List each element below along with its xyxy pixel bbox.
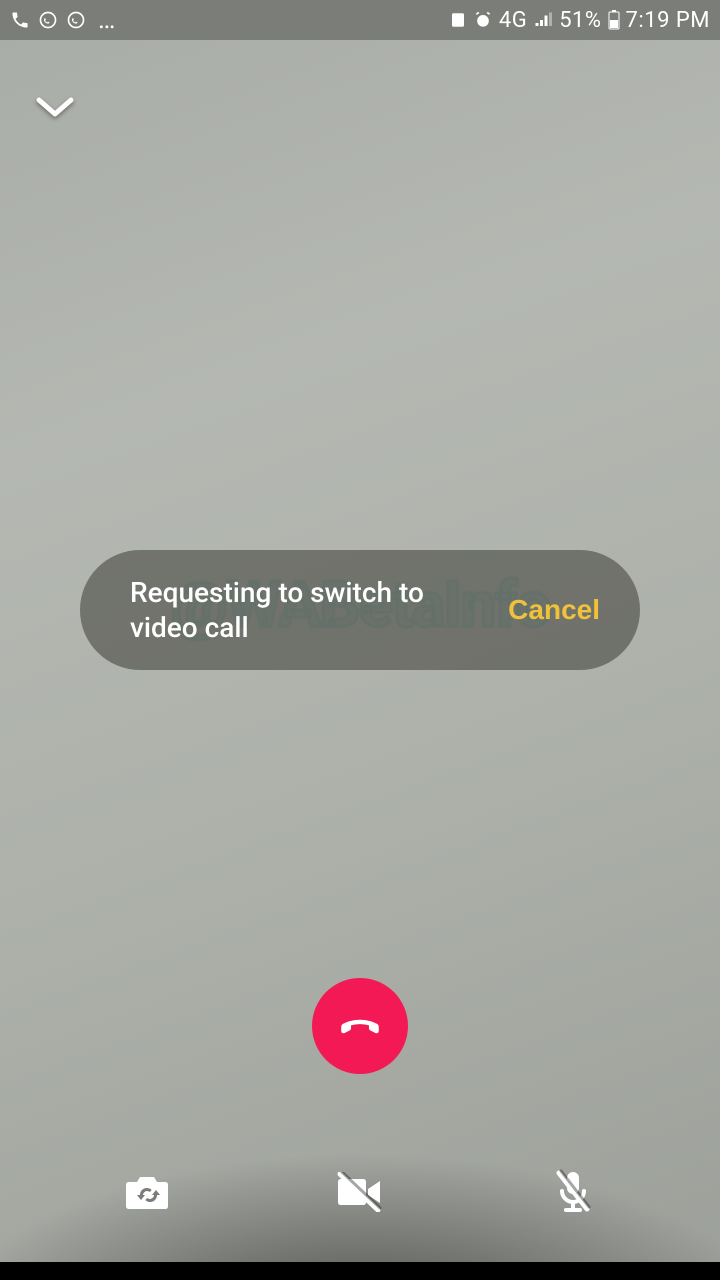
hangup-icon — [335, 1001, 385, 1051]
status-left: … — [10, 10, 115, 30]
mute-button[interactable] — [533, 1162, 613, 1222]
mic-off-icon — [553, 1169, 593, 1215]
switch-camera-icon — [123, 1172, 171, 1212]
switch-camera-button[interactable] — [107, 1162, 187, 1222]
whatsapp-icon — [66, 10, 86, 30]
switch-video-toast: Requesting to switch to video call Cance… — [80, 550, 640, 670]
video-off-icon — [334, 1172, 386, 1212]
chevron-down-icon — [35, 94, 75, 120]
alarm-icon — [473, 10, 493, 30]
clock-time: 7:19 PM — [626, 8, 710, 33]
call-controls — [0, 1152, 720, 1232]
end-call-button[interactable] — [312, 978, 408, 1074]
status-bar: … 4G 51% 7:19 PM — [0, 0, 720, 40]
more-notifications-icon: … — [98, 15, 115, 25]
minimize-button[interactable] — [30, 82, 80, 132]
video-off-button[interactable] — [320, 1162, 400, 1222]
battery-percent: 51% — [559, 8, 601, 33]
cancel-button[interactable]: Cancel — [508, 594, 600, 626]
data-saver-icon — [449, 11, 467, 29]
android-navbar — [0, 1262, 720, 1280]
signal-icon — [533, 11, 553, 29]
battery-icon — [608, 10, 620, 30]
phone-icon — [10, 10, 30, 30]
network-type: 4G — [499, 8, 527, 33]
whatsapp-icon — [38, 10, 58, 30]
toast-message: Requesting to switch to video call — [130, 575, 460, 645]
status-right: 4G 51% 7:19 PM — [449, 8, 710, 33]
